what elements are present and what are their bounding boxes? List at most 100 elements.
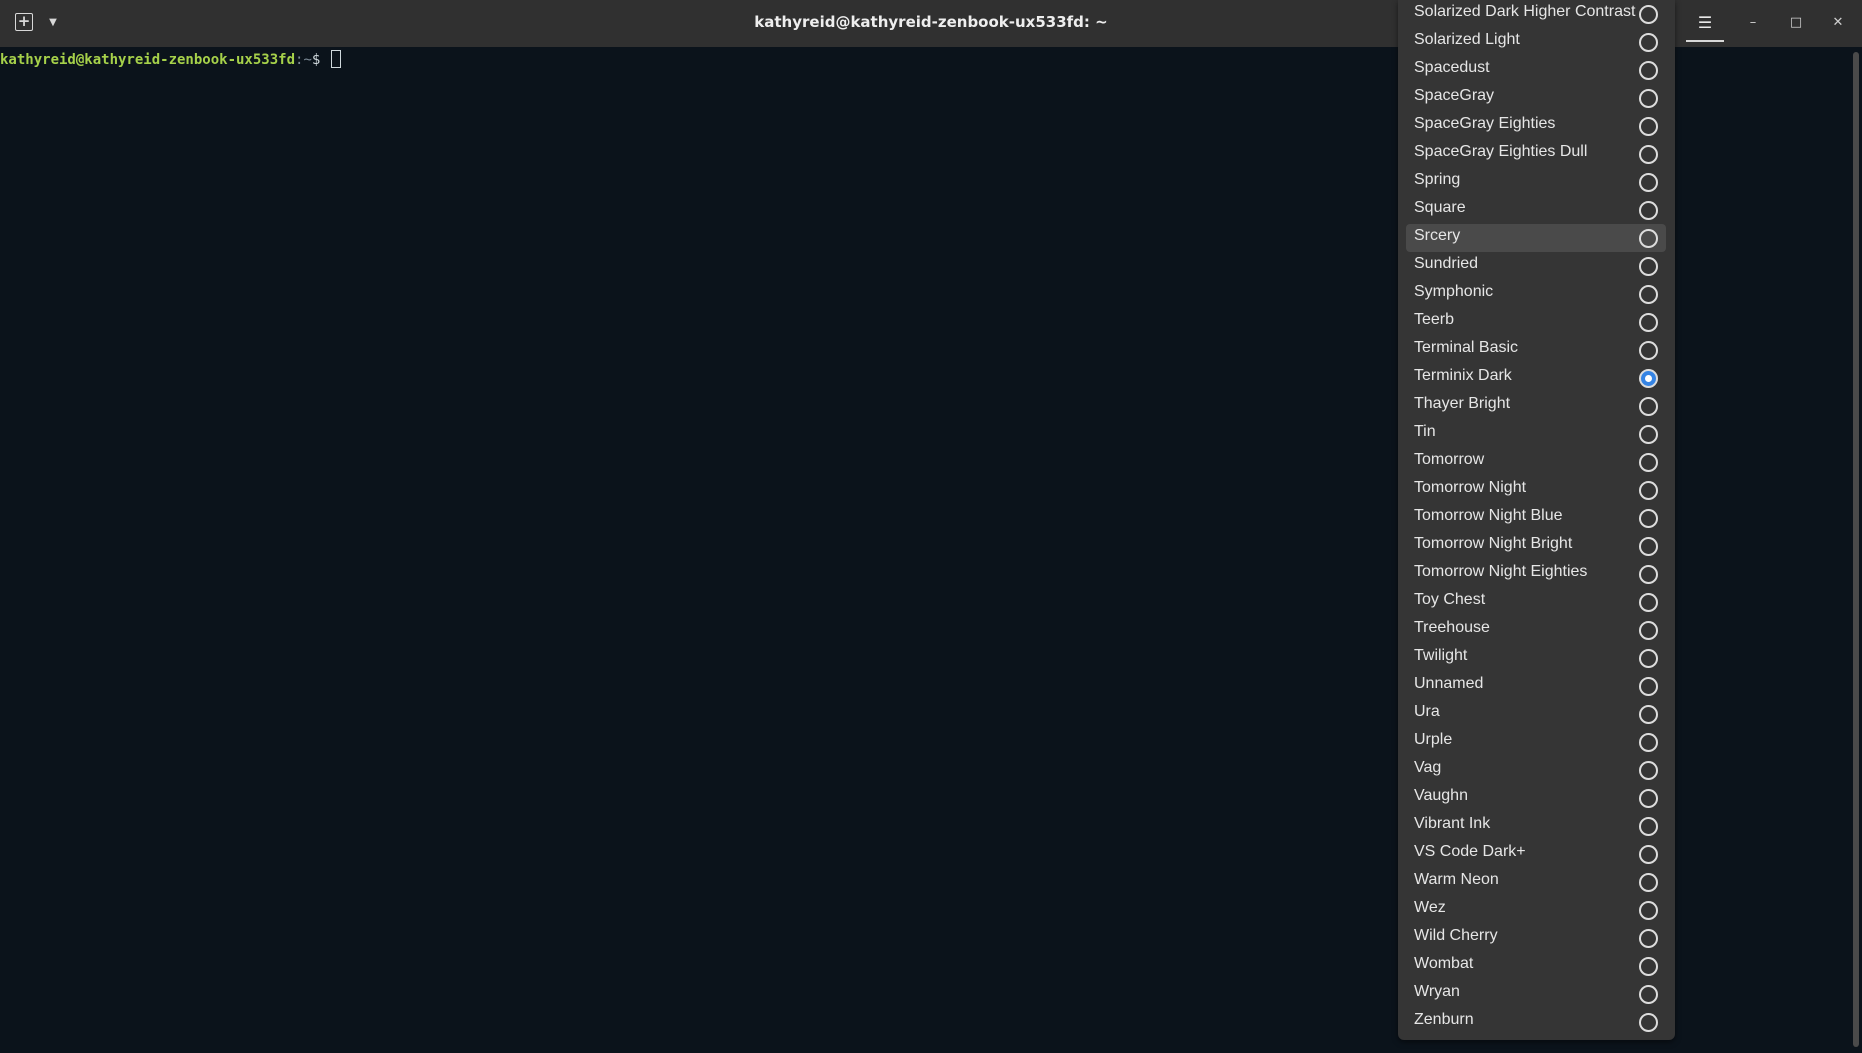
radio-unchecked-icon[interactable]: [1639, 1013, 1658, 1032]
theme-menu-item[interactable]: Toy Chest: [1406, 588, 1666, 616]
radio-unchecked-icon[interactable]: [1639, 901, 1658, 920]
radio-unchecked-icon[interactable]: [1639, 89, 1658, 108]
theme-menu-item[interactable]: Tomorrow Night: [1406, 476, 1666, 504]
radio-unchecked-icon[interactable]: [1639, 677, 1658, 696]
radio-unchecked-icon[interactable]: [1639, 117, 1658, 136]
theme-menu-item[interactable]: Vibrant Ink: [1406, 812, 1666, 840]
scrollbar-thumb[interactable]: [1853, 52, 1859, 1047]
theme-menu-item-label: Urple: [1414, 731, 1453, 748]
close-icon[interactable]: ✕: [1827, 12, 1849, 34]
theme-menu-item-label: Square: [1414, 199, 1466, 216]
theme-menu-item[interactable]: Terminal Basic: [1406, 336, 1666, 364]
theme-menu-item[interactable]: Spacedust: [1406, 56, 1666, 84]
radio-unchecked-icon[interactable]: [1639, 621, 1658, 640]
theme-menu-item-label: Toy Chest: [1414, 591, 1486, 608]
theme-menu-item[interactable]: Zenburn: [1406, 1008, 1666, 1036]
radio-unchecked-icon[interactable]: [1639, 565, 1658, 584]
prompt-user-host: kathyreid@kathyreid-zenbook-ux533fd: [0, 52, 296, 68]
radio-unchecked-icon[interactable]: [1639, 817, 1658, 836]
theme-menu-item[interactable]: Unnamed: [1406, 672, 1666, 700]
theme-menu-item[interactable]: SpaceGray Eighties Dull: [1406, 140, 1666, 168]
theme-menu-item[interactable]: VS Code Dark+: [1406, 840, 1666, 868]
radio-unchecked-icon[interactable]: [1639, 649, 1658, 668]
theme-menu-item[interactable]: Solarized Dark Higher Contrast: [1406, 0, 1666, 28]
theme-menu-item-label: Spring: [1414, 171, 1461, 188]
theme-menu-item-label: Tin: [1414, 423, 1436, 440]
hamburger-menu-icon[interactable]: ☰: [1686, 8, 1724, 42]
radio-unchecked-icon[interactable]: [1639, 5, 1658, 24]
theme-menu-item-label: Wild Cherry: [1414, 927, 1498, 944]
theme-menu-item[interactable]: Warm Neon: [1406, 868, 1666, 896]
radio-unchecked-icon[interactable]: [1639, 453, 1658, 472]
theme-menu-item[interactable]: Vaughn: [1406, 784, 1666, 812]
theme-menu-item-label: Teerb: [1414, 311, 1455, 328]
theme-menu-item-label: SpaceGray Eighties: [1414, 115, 1556, 132]
radio-unchecked-icon[interactable]: [1639, 201, 1658, 220]
radio-unchecked-icon[interactable]: [1639, 425, 1658, 444]
theme-menu-item[interactable]: Wombat: [1406, 952, 1666, 980]
theme-menu-item[interactable]: Terminix Dark: [1406, 364, 1666, 392]
maximize-icon[interactable]: □: [1785, 12, 1807, 34]
radio-checked-icon[interactable]: [1639, 369, 1658, 388]
radio-unchecked-icon[interactable]: [1639, 229, 1658, 248]
radio-unchecked-icon[interactable]: [1639, 845, 1658, 864]
theme-menu-item[interactable]: Wryan: [1406, 980, 1666, 1008]
theme-menu-item-label: SpaceGray: [1414, 87, 1495, 104]
theme-menu-item[interactable]: Symphonic: [1406, 280, 1666, 308]
theme-menu-item[interactable]: SpaceGray Eighties: [1406, 112, 1666, 140]
radio-unchecked-icon[interactable]: [1639, 341, 1658, 360]
radio-unchecked-icon[interactable]: [1639, 985, 1658, 1004]
radio-unchecked-icon[interactable]: [1639, 705, 1658, 724]
theme-menu-item[interactable]: Square: [1406, 196, 1666, 224]
radio-unchecked-icon[interactable]: [1639, 789, 1658, 808]
theme-menu-item[interactable]: Ura: [1406, 700, 1666, 728]
theme-menu-item[interactable]: Urple: [1406, 728, 1666, 756]
theme-menu-item[interactable]: Solarized Light: [1406, 28, 1666, 56]
theme-menu-item[interactable]: Tomorrow Night Blue: [1406, 504, 1666, 532]
radio-unchecked-icon[interactable]: [1639, 145, 1658, 164]
theme-menu-item-label: Solarized Dark Higher Contrast: [1414, 3, 1636, 20]
radio-unchecked-icon[interactable]: [1639, 509, 1658, 528]
radio-unchecked-icon[interactable]: [1639, 61, 1658, 80]
theme-menu-item[interactable]: SpaceGray: [1406, 84, 1666, 112]
radio-unchecked-icon[interactable]: [1639, 257, 1658, 276]
theme-menu-item[interactable]: Twilight: [1406, 644, 1666, 672]
theme-menu-item-label: Spacedust: [1414, 59, 1490, 76]
radio-unchecked-icon[interactable]: [1639, 873, 1658, 892]
shell-prompt: kathyreid@kathyreid-zenbook-ux533fd:~$: [0, 50, 341, 70]
theme-menu-item[interactable]: Tomorrow: [1406, 448, 1666, 476]
theme-menu-item-label: SpaceGray Eighties Dull: [1414, 143, 1588, 160]
terminal-scrollbar[interactable]: [1850, 47, 1862, 1053]
radio-unchecked-icon[interactable]: [1639, 481, 1658, 500]
theme-menu-item-label: Tomorrow: [1414, 451, 1485, 468]
theme-menu-item[interactable]: Srcery: [1406, 224, 1666, 252]
radio-unchecked-icon[interactable]: [1639, 593, 1658, 612]
radio-unchecked-icon[interactable]: [1639, 957, 1658, 976]
radio-unchecked-icon[interactable]: [1639, 537, 1658, 556]
theme-menu-item-label: Unnamed: [1414, 675, 1484, 692]
theme-menu-item-label: Wez: [1414, 899, 1446, 916]
theme-menu-item[interactable]: Thayer Bright: [1406, 392, 1666, 420]
theme-menu-item-label: Vag: [1414, 759, 1442, 776]
theme-menu-item[interactable]: Vag: [1406, 756, 1666, 784]
radio-unchecked-icon[interactable]: [1639, 173, 1658, 192]
radio-unchecked-icon[interactable]: [1639, 929, 1658, 948]
radio-unchecked-icon[interactable]: [1639, 761, 1658, 780]
theme-menu-item[interactable]: Tomorrow Night Eighties: [1406, 560, 1666, 588]
minimize-icon[interactable]: –: [1742, 12, 1764, 34]
radio-unchecked-icon[interactable]: [1639, 33, 1658, 52]
theme-menu-item[interactable]: Wild Cherry: [1406, 924, 1666, 952]
theme-menu-item-label: Tomorrow Night: [1414, 479, 1527, 496]
theme-menu-item[interactable]: Tomorrow Night Bright: [1406, 532, 1666, 560]
theme-menu-item[interactable]: Wez: [1406, 896, 1666, 924]
radio-unchecked-icon[interactable]: [1639, 733, 1658, 752]
theme-menu-item[interactable]: Teerb: [1406, 308, 1666, 336]
theme-menu-item[interactable]: Treehouse: [1406, 616, 1666, 644]
radio-unchecked-icon[interactable]: [1639, 397, 1658, 416]
theme-menu-item[interactable]: Tin: [1406, 420, 1666, 448]
radio-unchecked-icon[interactable]: [1639, 285, 1658, 304]
theme-menu-item-label: Vaughn: [1414, 787, 1468, 804]
theme-menu-item[interactable]: Spring: [1406, 168, 1666, 196]
radio-unchecked-icon[interactable]: [1639, 313, 1658, 332]
theme-menu-item[interactable]: Sundried: [1406, 252, 1666, 280]
